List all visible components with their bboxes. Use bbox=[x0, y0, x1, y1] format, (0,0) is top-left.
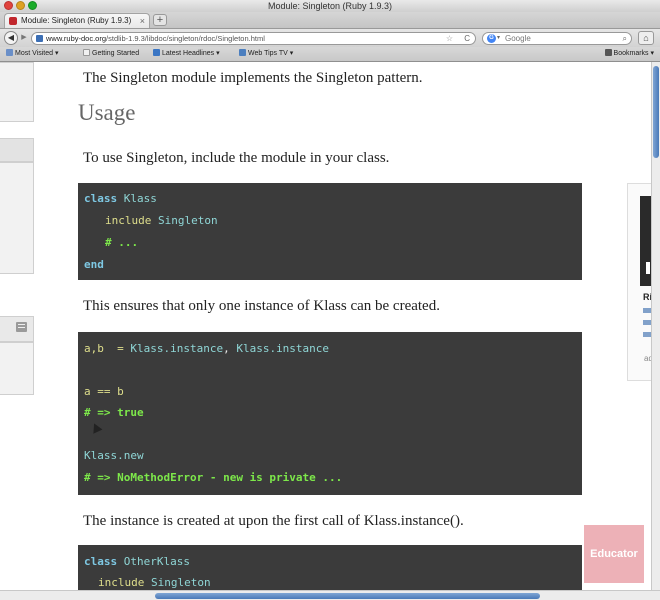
right-sidebar: Ri ad bbox=[627, 183, 651, 381]
tab-bar: Module: Singleton (Ruby 1.9.3) × + bbox=[0, 12, 660, 29]
bookmarks-toolbar: Most Visited ▾ Getting Started Latest He… bbox=[0, 47, 660, 62]
calendar-icon[interactable] bbox=[16, 322, 27, 332]
sidebar-section bbox=[0, 162, 34, 274]
new-tab-button[interactable]: + bbox=[153, 14, 167, 26]
sidebar-section-header[interactable] bbox=[0, 138, 34, 162]
code-block-1: class Klass include Singleton # ... end bbox=[78, 183, 582, 280]
url-domain: www.ruby-doc.org bbox=[46, 34, 107, 43]
code-expression: a == b bbox=[84, 385, 124, 398]
paragraph-only-one: This ensures that only one instance of K… bbox=[83, 298, 440, 314]
code-vars: a,b = bbox=[84, 342, 131, 355]
sidebar-link[interactable] bbox=[643, 332, 651, 337]
folder-icon bbox=[6, 49, 13, 56]
intro-text: The Singleton module implements the Sing… bbox=[83, 70, 423, 86]
rss-icon bbox=[153, 49, 160, 56]
horizontal-scrollbar[interactable] bbox=[0, 590, 660, 600]
code-keyword: class bbox=[84, 192, 118, 205]
code-call: Klass.new bbox=[84, 449, 144, 462]
code-constant: Singleton bbox=[150, 576, 211, 589]
tab-close-icon[interactable]: × bbox=[140, 14, 145, 28]
code-line: class OtherKlass bbox=[84, 555, 190, 568]
address-bar[interactable]: www.ruby-doc.org/stdlib-1.9.3/libdoc/sin… bbox=[31, 32, 476, 45]
bookmark-label: Bookmarks ▾ bbox=[613, 50, 654, 57]
code-line: include Singleton bbox=[105, 214, 218, 227]
url-path: /stdlib-1.9.3/libdoc/singleton/rdoc/Sing… bbox=[106, 34, 265, 43]
search-icon[interactable]: ⌕ bbox=[623, 33, 627, 44]
sidebar-section bbox=[0, 342, 34, 395]
tab-label: Module: Singleton (Ruby 1.9.3) bbox=[21, 16, 132, 25]
code-call: Klass.instance bbox=[130, 342, 224, 355]
code-constant: OtherKlass bbox=[123, 555, 190, 568]
sidebar-heading: Ri bbox=[643, 292, 651, 302]
reload-icon[interactable]: C bbox=[464, 33, 470, 44]
section-heading-usage: Usage bbox=[78, 100, 136, 125]
google-icon[interactable]: G bbox=[487, 34, 496, 43]
tab-singleton[interactable]: Module: Singleton (Ruby 1.9.3) × bbox=[4, 13, 150, 28]
search-box[interactable]: G ▾ Google ⌕ bbox=[482, 32, 632, 45]
paragraph-instance-created: The instance is created at upon the firs… bbox=[83, 513, 464, 529]
vertical-scroll-thumb[interactable] bbox=[653, 66, 659, 158]
code-line: a,b = Klass.instance, Klass.instance bbox=[84, 342, 329, 355]
search-engine-dropdown-icon[interactable]: ▾ bbox=[497, 33, 500, 44]
code-line: include Singleton bbox=[98, 576, 211, 589]
code-comment: # => NoMethodError - new is private ... bbox=[84, 471, 343, 484]
code-block-2: a,b = Klass.instance, Klass.instance a =… bbox=[78, 332, 582, 495]
back-button[interactable]: ◀ bbox=[4, 31, 18, 45]
bookmark-latest-headlines[interactable]: Latest Headlines ▾ bbox=[153, 47, 220, 61]
forward-button[interactable]: ▶ bbox=[19, 33, 29, 43]
code-method: include bbox=[98, 576, 145, 589]
bookmarks-icon bbox=[604, 49, 612, 56]
ruby-favicon-icon bbox=[9, 17, 17, 25]
code-comment: # ... bbox=[105, 236, 139, 249]
vertical-scrollbar[interactable] bbox=[651, 62, 660, 590]
code-keyword: end bbox=[84, 258, 104, 271]
code-method: include bbox=[105, 214, 152, 227]
educator-watermark: Educator bbox=[584, 525, 644, 583]
code-block-3: class OtherKlass include Singleton bbox=[78, 545, 582, 590]
bookmarks-menu[interactable]: Bookmarks ▾ bbox=[604, 47, 654, 61]
sidebar-link[interactable] bbox=[643, 320, 651, 325]
window-title: Module: Singleton (Ruby 1.9.3) bbox=[267, 1, 393, 11]
bookmark-label: Web Tips TV ▾ bbox=[248, 50, 294, 57]
window-titlebar: Module: Singleton (Ruby 1.9.3) bbox=[0, 0, 660, 12]
search-input[interactable]: Google bbox=[505, 33, 531, 44]
bookmark-web-tips-tv[interactable]: Web Tips TV ▾ bbox=[239, 47, 293, 61]
rss-icon bbox=[239, 49, 246, 56]
bookmark-getting-started[interactable]: Getting Started bbox=[83, 47, 139, 61]
page-content: The Singleton module implements the Sing… bbox=[0, 62, 651, 590]
code-sep: , bbox=[223, 342, 237, 355]
left-sidebar bbox=[0, 62, 34, 395]
code-keyword: class bbox=[84, 555, 118, 568]
page-icon bbox=[83, 49, 90, 56]
code-line: class Klass bbox=[84, 192, 157, 205]
sidebar-section bbox=[0, 62, 34, 122]
site-favicon-icon bbox=[36, 35, 43, 42]
bookmark-label: Latest Headlines ▾ bbox=[162, 50, 220, 57]
bookmark-label: Getting Started bbox=[92, 50, 140, 57]
ad-image[interactable] bbox=[640, 196, 651, 286]
code-call: Klass.instance bbox=[236, 342, 330, 355]
paragraph-include: To use Singleton, include the module in … bbox=[83, 150, 390, 166]
sidebar-link[interactable] bbox=[643, 308, 651, 313]
horizontal-scroll-thumb[interactable] bbox=[155, 593, 540, 599]
bookmark-most-visited[interactable]: Most Visited ▾ bbox=[6, 47, 58, 61]
navigation-toolbar: ◀ ▶ www.ruby-doc.org/stdlib-1.9.3/libdoc… bbox=[0, 29, 660, 47]
code-comment: # => true bbox=[84, 406, 144, 419]
url-text[interactable]: www.ruby-doc.org/stdlib-1.9.3/libdoc/sin… bbox=[46, 33, 265, 44]
code-constant: Singleton bbox=[157, 214, 218, 227]
code-constant: Klass bbox=[123, 192, 157, 205]
bookmark-star-icon[interactable]: ☆ bbox=[446, 33, 453, 44]
sidebar-small-text: ad bbox=[644, 354, 651, 363]
home-button[interactable]: ⌂ bbox=[638, 31, 654, 45]
bookmark-label: Most Visited ▾ bbox=[15, 50, 59, 57]
